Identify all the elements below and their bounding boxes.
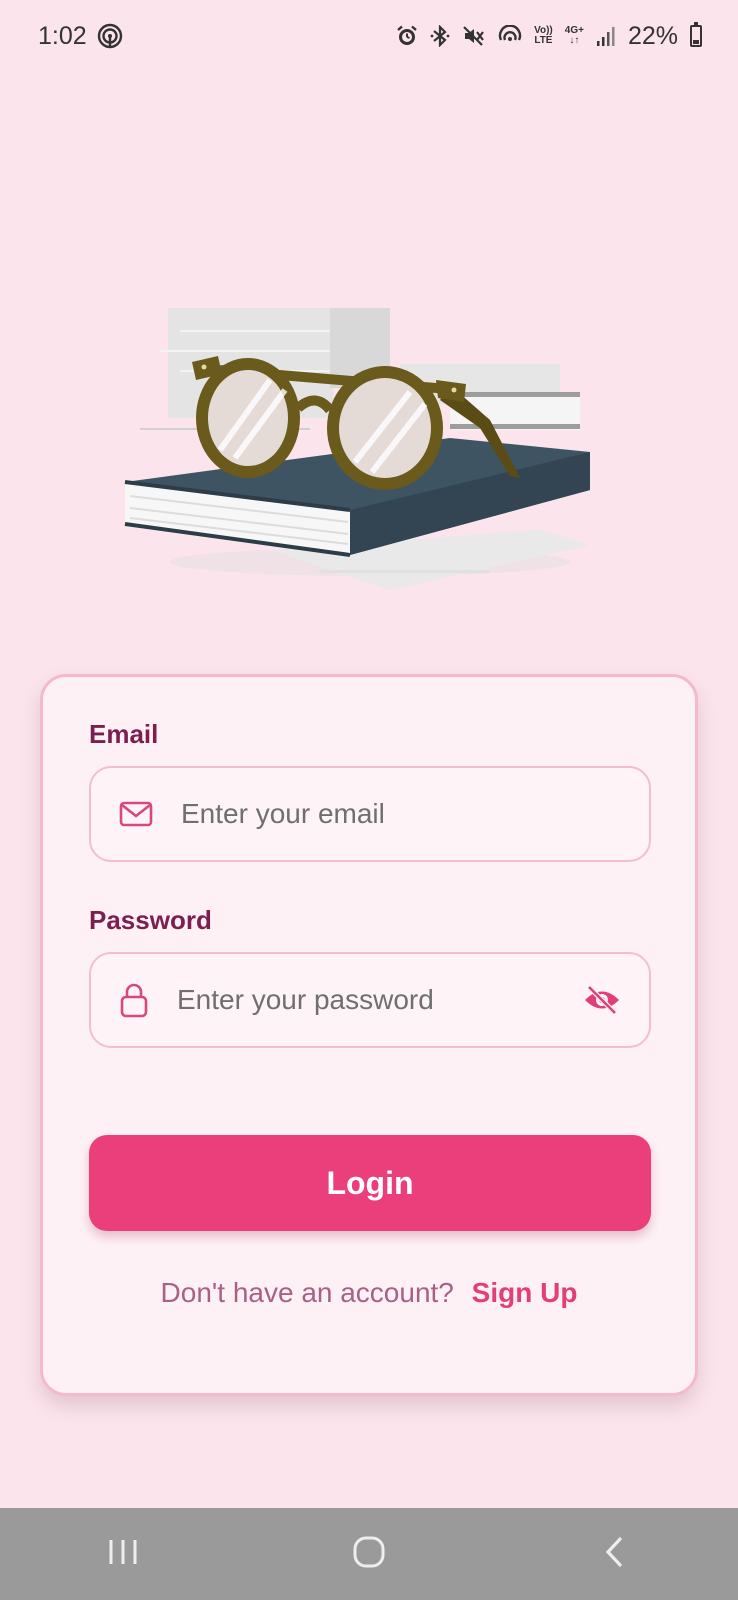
mute-icon (462, 25, 486, 47)
email-input[interactable] (181, 798, 621, 830)
status-bar: 1:02 Vo)) LTE 4G+ ↓↑ 22% (0, 0, 738, 72)
status-left: 1:02 (38, 22, 123, 51)
volte-bottom: LTE (534, 35, 553, 46)
login-button[interactable]: Login (89, 1135, 651, 1231)
eye-off-icon[interactable] (583, 985, 621, 1015)
mail-icon (119, 801, 153, 827)
recent-apps-icon (107, 1537, 139, 1572)
wifi-hotspot-icon (498, 25, 522, 47)
password-input[interactable] (177, 984, 583, 1016)
hotspot-icon (97, 23, 123, 49)
network-type: 4G+ (564, 25, 584, 36)
network-indicator: 4G+ ↓↑ (564, 25, 584, 46)
home-button[interactable] (329, 1524, 409, 1584)
navigation-bar (0, 1508, 738, 1600)
bluetooth-icon (430, 25, 450, 47)
alarm-icon (396, 25, 418, 47)
signup-link[interactable]: Sign Up (472, 1277, 578, 1308)
battery-percent: 22% (627, 21, 678, 50)
volte-indicator: Vo)) LTE (534, 26, 553, 46)
login-card: Email Password Login Don't have an accou… (40, 674, 698, 1396)
signup-row: Don't have an account? Sign Up (43, 1277, 695, 1309)
email-field[interactable] (89, 766, 651, 862)
home-icon (352, 1535, 386, 1574)
glasses-book-illustration (120, 300, 610, 610)
back-icon (603, 1535, 627, 1574)
battery-icon (690, 22, 702, 47)
status-time: 1:02 (38, 21, 87, 50)
password-field[interactable] (89, 952, 651, 1048)
email-label: Email (89, 719, 159, 749)
signup-prompt: Don't have an account? (160, 1277, 454, 1308)
password-label: Password (89, 905, 212, 935)
status-right: Vo)) LTE 4G+ ↓↑ 22% (396, 22, 702, 51)
lock-icon (119, 982, 149, 1018)
recent-apps-button[interactable] (83, 1524, 163, 1584)
back-button[interactable] (575, 1524, 655, 1584)
signal-icon (596, 25, 616, 47)
